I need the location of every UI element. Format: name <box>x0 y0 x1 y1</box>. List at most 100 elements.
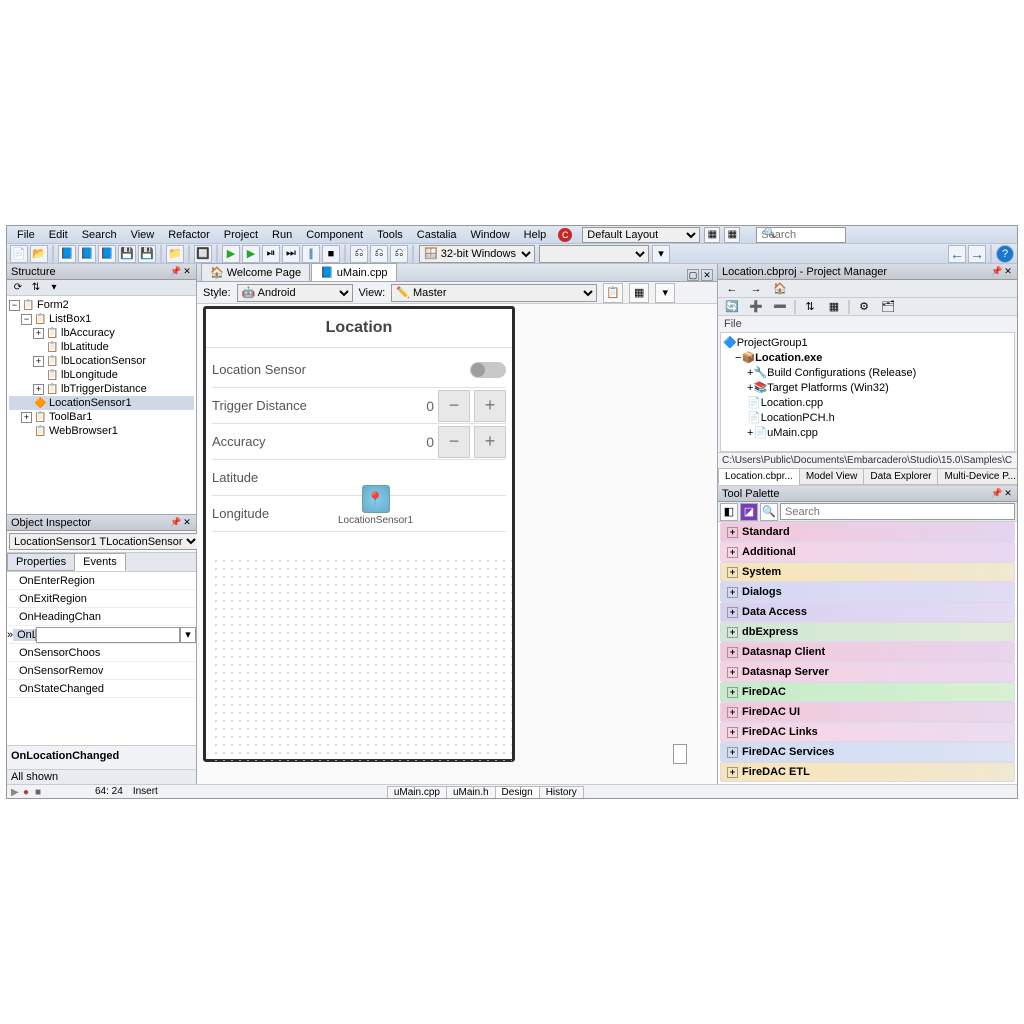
tp-search-input[interactable] <box>780 503 1015 520</box>
pm-sort-icon[interactable]: ⇅ <box>800 298 820 316</box>
help-icon[interactable]: ? <box>996 245 1014 263</box>
tab-welcome[interactable]: 🏠Welcome Page <box>201 263 310 281</box>
pm-back-icon[interactable]: ← <box>722 280 742 298</box>
tab-umain[interactable]: 📘uMain.cpp <box>311 263 396 281</box>
expand-icon[interactable]: + <box>727 687 738 698</box>
file1-icon[interactable]: 📘 <box>58 245 76 263</box>
expand-icon[interactable]: + <box>727 647 738 658</box>
tp-cat-datasnap-server[interactable]: +Datasnap Server <box>720 662 1015 682</box>
pm-node-Build Configurations (Release)[interactable]: +🔧Build Configurations (Release) <box>723 365 1012 380</box>
struct-node-WebBrowser1[interactable]: 📋WebBrowser1 <box>9 424 194 438</box>
minus-button[interactable]: − <box>438 426 470 458</box>
tab-close-icon[interactable]: ✕ <box>701 269 713 281</box>
pm-refresh-icon[interactable]: 🔄 <box>722 298 742 316</box>
switch-toggle[interactable] <box>470 362 506 378</box>
tab-max-icon[interactable]: ▢ <box>687 269 699 281</box>
saveall-icon[interactable]: 💾 <box>118 245 136 263</box>
btab-umain-cpp[interactable]: uMain.cpp <box>387 786 447 798</box>
menu-component[interactable]: Component <box>300 229 369 241</box>
tp-pin-icon[interactable]: 📌 <box>992 489 1002 499</box>
step-into-icon[interactable]: ⏭ <box>282 245 300 263</box>
pm-config-icon[interactable]: ⚙ <box>854 298 874 316</box>
btab-design[interactable]: Design <box>495 786 540 798</box>
menu-refactor[interactable]: Refactor <box>162 229 216 241</box>
pm-fwd-icon[interactable]: → <box>746 280 766 298</box>
minus-button[interactable]: − <box>438 390 470 422</box>
tp-cat-dialogs[interactable]: +Dialogs <box>720 582 1015 602</box>
run-icon[interactable]: ▶ <box>222 245 240 263</box>
tp-cat-data-access[interactable]: +Data Access <box>720 602 1015 622</box>
config-btn-icon[interactable]: ▾ <box>652 245 670 263</box>
oi-close-icon[interactable]: ✕ <box>182 518 192 528</box>
file3-icon[interactable]: 📘 <box>98 245 116 263</box>
oi-pin-icon[interactable]: 📌 <box>171 518 181 528</box>
trace3-icon[interactable]: ⎌ <box>390 245 408 263</box>
platform-select[interactable]: 🪟 32-bit Windows <box>419 245 535 263</box>
run-no-debug-icon[interactable]: ▶ <box>242 245 260 263</box>
file2-icon[interactable]: 📘 <box>78 245 96 263</box>
expand-icon[interactable]: + <box>33 356 44 367</box>
oi-component-select[interactable]: LocationSensor1 TLocationSensor <box>9 533 200 550</box>
menu-tools[interactable]: Tools <box>371 229 409 241</box>
oi-row-OnLocationChan[interactable]: »OnLocationChan▾ <box>7 626 196 644</box>
design-surface[interactable]: Location Location SensorTrigger Distance… <box>197 304 717 784</box>
mini-preview[interactable] <box>673 744 687 764</box>
expand-icon[interactable]: − <box>9 300 20 311</box>
pm-tab-multi[interactable]: Multi-Device P... <box>937 468 1017 485</box>
menu-window[interactable]: Window <box>465 229 516 241</box>
pm-add-icon[interactable]: ➕ <box>746 298 766 316</box>
pm-tab-project[interactable]: Location.cbpr... <box>718 468 800 485</box>
designer-btn1-icon[interactable]: 📋 <box>603 283 623 303</box>
tp-cat-firedac[interactable]: +FireDAC <box>720 682 1015 702</box>
pm-node-LocationPCH.h[interactable]: 📄LocationPCH.h <box>723 410 1012 425</box>
view-select[interactable]: ✏️ Master <box>391 284 597 302</box>
structure-tree[interactable]: −📋Form2−📋ListBox1+📋lbAccuracy📋lbLatitude… <box>7 296 196 514</box>
tp-cat-dbexpress[interactable]: +dbExpress <box>720 622 1015 642</box>
tp-cat-firedac-services[interactable]: +FireDAC Services <box>720 742 1015 762</box>
style-select[interactable]: 🤖 Android <box>237 284 353 302</box>
nav-fwd-icon[interactable]: → <box>968 245 986 263</box>
menu-search[interactable]: Search <box>76 229 123 241</box>
pm-view-icon[interactable]: ▦ <box>824 298 844 316</box>
pm-remove-icon[interactable]: ➖ <box>770 298 790 316</box>
menu-help[interactable]: Help <box>518 229 553 241</box>
plus-button[interactable]: + <box>474 390 506 422</box>
pm-tab-model[interactable]: Model View <box>799 468 865 485</box>
tp-cat-firedac-links[interactable]: +FireDAC Links <box>720 722 1015 742</box>
designer-btn3-icon[interactable]: ▾ <box>655 283 675 303</box>
btab-umain-h[interactable]: uMain.h <box>446 786 496 798</box>
expand-icon[interactable]: + <box>727 547 738 558</box>
step-icon[interactable]: ⏯ <box>262 245 280 263</box>
expand-icon[interactable]: + <box>727 747 738 758</box>
oi-row-OnSensorRemov[interactable]: OnSensorRemov <box>7 662 196 680</box>
tp-cat-system[interactable]: +System <box>720 562 1015 582</box>
expand-icon[interactable]: + <box>21 412 32 423</box>
pm-home-icon[interactable]: 🏠 <box>770 280 790 298</box>
tp-btn1-icon[interactable]: ◧ <box>720 503 738 521</box>
expand-icon[interactable]: + <box>727 527 738 538</box>
trace2-icon[interactable]: ⎌ <box>370 245 388 263</box>
expand-icon[interactable]: + <box>727 587 738 598</box>
stop-icon[interactable]: ■ <box>322 245 340 263</box>
struct-node-ToolBar1[interactable]: +📋ToolBar1 <box>9 410 194 424</box>
struct-node-LocationSensor1[interactable]: 🔶LocationSensor1 <box>9 396 194 410</box>
expand-icon[interactable]: + <box>727 667 738 678</box>
oi-row-OnStateChanged[interactable]: OnStateChanged <box>7 680 196 698</box>
menu-run[interactable]: Run <box>266 229 298 241</box>
oi-tab-events[interactable]: Events <box>74 553 126 571</box>
tp-btn2-icon[interactable]: ◪ <box>740 503 758 521</box>
oi-event-grid[interactable]: OnEnterRegionOnExitRegionOnHeadingChan»O… <box>7 572 196 745</box>
oi-row-OnEnterRegion[interactable]: OnEnterRegion <box>7 572 196 590</box>
layout-btn1-icon[interactable]: ▦ <box>704 227 720 243</box>
rec-play-icon[interactable]: ▶ <box>11 787 21 797</box>
designer-btn2-icon[interactable]: ▦ <box>629 283 649 303</box>
structure-close-icon[interactable]: ✕ <box>182 267 192 277</box>
expand-icon[interactable]: + <box>727 627 738 638</box>
pm-tab-data[interactable]: Data Explorer <box>863 468 938 485</box>
save-icon[interactable]: 💾 <box>138 245 156 263</box>
menu-edit[interactable]: Edit <box>43 229 74 241</box>
struct-node-lbTriggerDistance[interactable]: +📋lbTriggerDistance <box>9 382 194 396</box>
struct-node-lbLongitude[interactable]: 📋lbLongitude <box>9 368 194 382</box>
tp-cat-firedac-etl[interactable]: +FireDAC ETL <box>720 762 1015 782</box>
pm-node-uMain.cpp[interactable]: +📄uMain.cpp <box>723 425 1012 440</box>
